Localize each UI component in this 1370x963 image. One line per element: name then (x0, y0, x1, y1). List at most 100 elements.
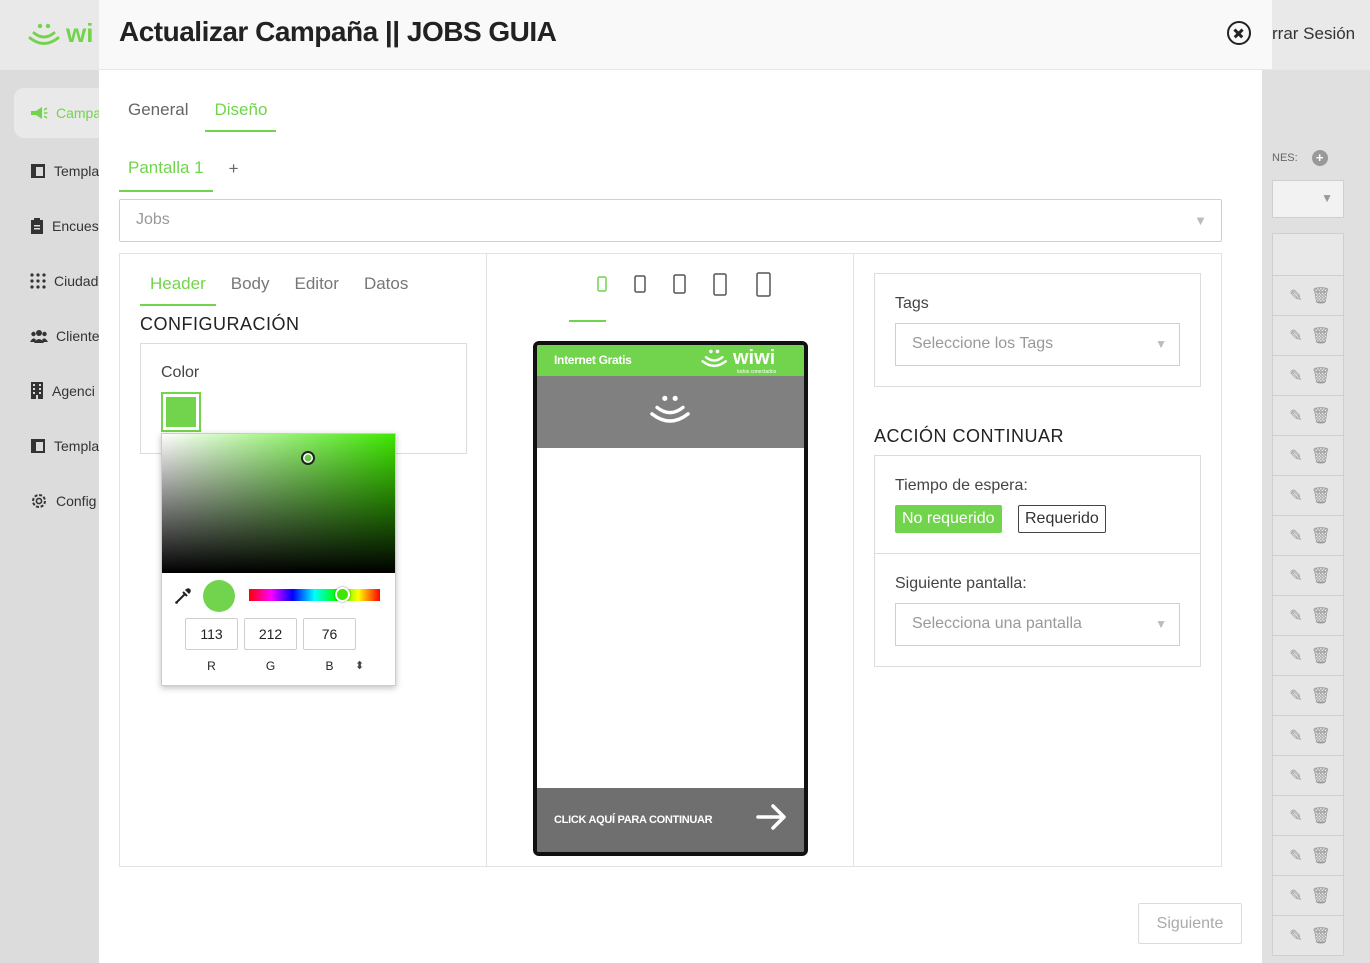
trash-icon[interactable]: 🗑 (1311, 886, 1331, 906)
green-input[interactable]: 212 (244, 618, 297, 650)
tab-header[interactable]: Header (140, 266, 216, 306)
accion-divider (875, 553, 1200, 554)
preview-logo: wiwi todos conectados (701, 348, 776, 375)
pencil-icon[interactable]: ✎ (1289, 446, 1302, 466)
format-toggle-icon[interactable]: ⬍ (355, 659, 364, 672)
requerido-button[interactable]: Requerido (1018, 505, 1106, 533)
background-filter-select[interactable]: ▼ (1272, 180, 1344, 218)
close-icon[interactable] (1227, 21, 1251, 45)
building-icon (31, 382, 43, 399)
trash-icon[interactable]: 🗑 (1311, 286, 1331, 306)
trash-icon[interactable]: 🗑 (1311, 326, 1331, 346)
table-row: ✎ 🗑 (1272, 756, 1344, 796)
phone-medium-icon[interactable] (621, 272, 659, 296)
pencil-icon[interactable]: ✎ (1289, 566, 1302, 586)
tab-diseno[interactable]: Diseño (205, 92, 277, 132)
trash-icon[interactable]: 🗑 (1311, 446, 1331, 466)
next-screen-label: Siguiente pantalla: (895, 575, 1027, 592)
table-row: ✎ 🗑 (1272, 476, 1344, 516)
pencil-icon[interactable]: ✎ (1289, 406, 1302, 426)
tab-general[interactable]: General (119, 92, 197, 132)
preview-top-bar: Internet Gratis wiwi todos conectados (537, 345, 804, 376)
no-requerido-button[interactable]: No requerido (895, 505, 1002, 533)
sidebar-item-encuestas[interactable]: Encues (14, 198, 104, 253)
color-swatch[interactable] (161, 392, 201, 432)
pencil-icon[interactable]: ✎ (1289, 366, 1302, 386)
sidebar-item-configuracion[interactable]: Config (14, 473, 104, 528)
add-screen-button[interactable]: + (229, 159, 239, 183)
trash-icon[interactable]: 🗑 (1311, 686, 1331, 706)
tablet-icon[interactable] (699, 272, 741, 298)
logout-link[interactable]: rrar Sesión (1272, 24, 1355, 44)
table-row: ✎ 🗑 (1272, 676, 1344, 716)
preview-header (537, 376, 804, 448)
pencil-icon[interactable]: ✎ (1289, 686, 1302, 706)
pencil-icon[interactable]: ✎ (1289, 486, 1302, 506)
pencil-icon[interactable]: ✎ (1289, 766, 1302, 786)
next-screen-select[interactable]: Selecciona una pantalla ▼ (895, 603, 1180, 646)
sidebar-item-campanas[interactable]: Campa (14, 88, 104, 138)
trash-icon[interactable]: 🗑 (1311, 406, 1331, 426)
eyedropper-icon[interactable] (174, 587, 192, 605)
trash-icon[interactable]: 🗑 (1311, 726, 1331, 746)
tags-label: Tags (895, 295, 929, 312)
phone-small-icon[interactable] (583, 272, 621, 296)
green-label: G (265, 659, 276, 673)
pencil-icon[interactable]: ✎ (1289, 526, 1302, 546)
trash-icon[interactable]: 🗑 (1311, 926, 1331, 946)
device-active-indicator (569, 320, 606, 322)
trash-icon[interactable]: 🗑 (1311, 526, 1331, 546)
rgb-labels: R G B (185, 659, 356, 673)
sidebar-item-ciudades[interactable]: Ciudad (14, 253, 104, 308)
table-row: ✎ 🗑 (1272, 556, 1344, 596)
pencil-icon[interactable]: ✎ (1289, 726, 1302, 746)
arrow-right-icon (756, 804, 786, 830)
users-icon (30, 329, 48, 343)
trash-icon[interactable]: 🗑 (1311, 806, 1331, 826)
tab-pantalla-1[interactable]: Pantalla 1 (119, 150, 213, 192)
pencil-icon[interactable]: ✎ (1289, 926, 1302, 946)
pencil-icon[interactable]: ✎ (1289, 646, 1302, 666)
blue-input[interactable]: 76 (303, 618, 356, 650)
pencil-icon[interactable]: ✎ (1289, 326, 1302, 346)
design-panel: Header Body Editor Datos CONFIGURACIÓN C… (119, 253, 1222, 867)
sidebar-item-label: Ciudad (54, 272, 99, 289)
hue-slider[interactable] (249, 587, 380, 602)
sidebar-item-agencias[interactable]: Agenci (14, 363, 104, 418)
pencil-icon[interactable]: ✎ (1289, 806, 1302, 826)
color-swatch-fill (166, 397, 196, 427)
add-icon[interactable]: + (1311, 150, 1328, 166)
sidebar-item-templates-2[interactable]: Templa (14, 418, 104, 473)
table-row: ✎ 🗑 (1272, 516, 1344, 556)
pencil-icon[interactable]: ✎ (1289, 886, 1302, 906)
hue-slider-handle[interactable] (335, 587, 350, 602)
trash-icon[interactable]: 🗑 (1311, 846, 1331, 866)
siguiente-button[interactable]: Siguiente (1138, 903, 1242, 944)
color-picker: 113 212 76 R G B ⬍ (161, 433, 396, 686)
tab-editor[interactable]: Editor (285, 266, 349, 306)
trash-icon[interactable]: 🗑 (1311, 646, 1331, 666)
tags-select[interactable]: Seleccione los Tags ▼ (895, 323, 1180, 366)
trash-icon[interactable]: 🗑 (1311, 486, 1331, 506)
phone-large-icon[interactable] (659, 272, 699, 296)
sidebar-item-clientes[interactable]: Cliente (14, 308, 104, 363)
template-select[interactable]: Jobs ▼ (119, 199, 1222, 242)
tab-body[interactable]: Body (221, 266, 280, 306)
background-table-header (1272, 233, 1344, 276)
trash-icon[interactable]: 🗑 (1311, 366, 1331, 386)
pencil-icon[interactable]: ✎ (1289, 846, 1302, 866)
tablet-large-icon[interactable] (741, 272, 785, 298)
trash-icon[interactable]: 🗑 (1311, 566, 1331, 586)
saturation-area[interactable] (162, 434, 395, 573)
sidebar-item-label: Config (56, 492, 97, 509)
saturation-handle[interactable] (301, 451, 315, 465)
tab-datos[interactable]: Datos (354, 266, 418, 306)
pencil-icon[interactable]: ✎ (1289, 286, 1302, 306)
red-input[interactable]: 113 (185, 618, 238, 650)
clipboard-icon (31, 217, 43, 234)
trash-icon[interactable]: 🗑 (1311, 766, 1331, 786)
section-tabs: Header Body Editor Datos (140, 266, 423, 306)
sidebar-item-templates[interactable]: Templa (14, 143, 104, 198)
pencil-icon[interactable]: ✎ (1289, 606, 1302, 626)
trash-icon[interactable]: 🗑 (1311, 606, 1331, 626)
